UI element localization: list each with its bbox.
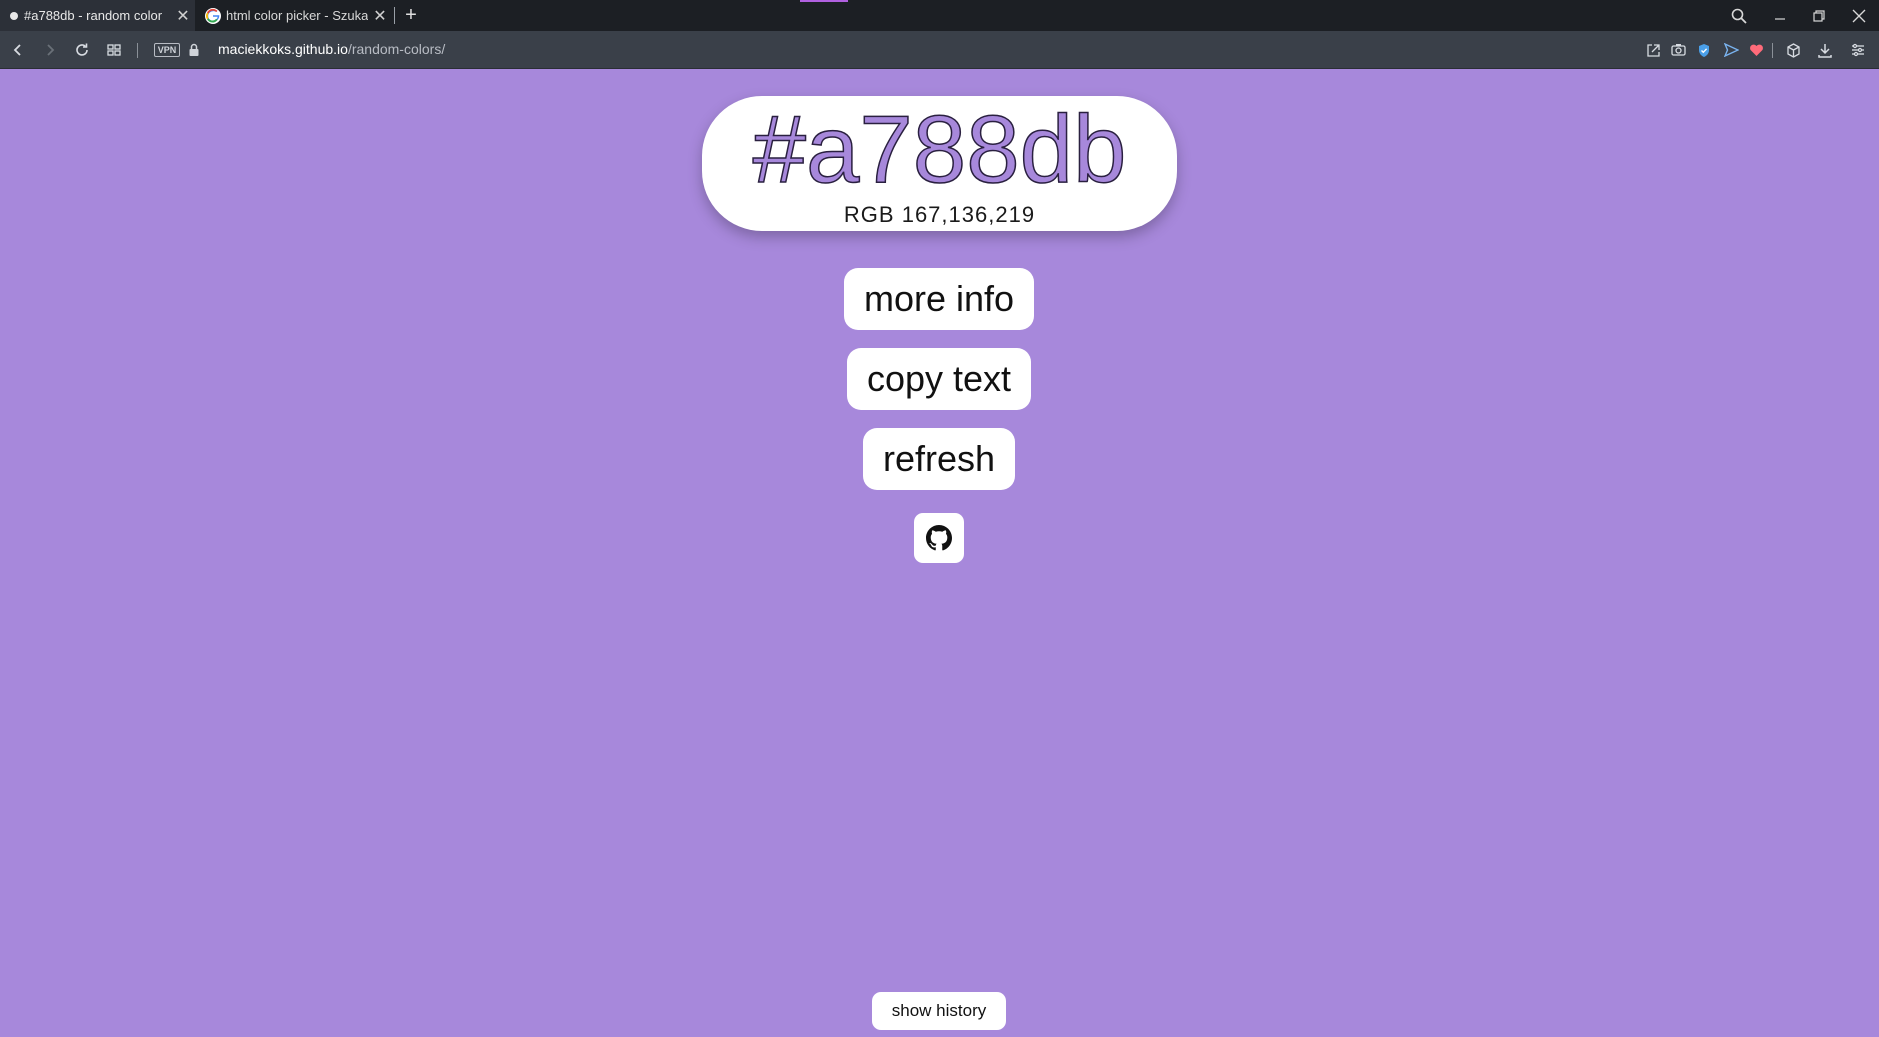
share-icon[interactable] [1643, 40, 1663, 60]
vpn-badge[interactable]: VPN [154, 43, 180, 57]
send-icon[interactable] [1721, 40, 1741, 60]
tab-random-color[interactable]: #a788db - random color ✕ [0, 0, 195, 31]
toolbar-separator [1772, 43, 1773, 58]
new-tab-icon[interactable]: + [399, 2, 423, 28]
easy-setup-icon[interactable] [1848, 40, 1868, 60]
color-card: #a788db RGB 167,136,219 [702, 96, 1177, 231]
url-field[interactable]: maciekkoks.github.io/random-colors/ [218, 41, 445, 57]
minimize-icon[interactable] [1761, 0, 1799, 31]
back-icon[interactable] [8, 40, 28, 60]
tab-favicon-dot [10, 11, 18, 20]
heart-icon[interactable] [1746, 40, 1766, 60]
tab-bar: #a788db - random color ✕ html color pick… [0, 0, 1879, 31]
camera-icon[interactable] [1668, 40, 1688, 60]
tab-title: #a788db - random color [24, 8, 163, 23]
tab-close-icon[interactable]: ✕ [171, 6, 195, 26]
copy-text-button[interactable]: copy text [847, 348, 1031, 410]
restore-icon[interactable] [1800, 0, 1838, 31]
show-history-button[interactable]: show history [872, 992, 1006, 1030]
close-window-icon[interactable] [1840, 0, 1878, 31]
url-path: /random-colors/ [347, 41, 446, 57]
toolbar-separator [137, 43, 138, 58]
address-bar: VPN maciekkoks.github.io/random-colors/ [0, 31, 1879, 69]
refresh-button[interactable]: refresh [863, 428, 1015, 490]
google-icon [205, 7, 221, 24]
tab-separator [394, 7, 395, 24]
reload-icon[interactable] [72, 40, 92, 60]
url-host: maciekkoks.github.io [218, 41, 348, 57]
forward-icon[interactable] [40, 40, 60, 60]
shield-icon[interactable] [1694, 40, 1714, 60]
tab-title: html color picker - Szukaj w [226, 8, 368, 23]
download-icon[interactable] [1815, 40, 1835, 60]
tab-bar-accent [800, 0, 848, 2]
rgb-value: RGB 167,136,219 [843, 202, 1036, 227]
cube-icon[interactable] [1783, 40, 1803, 60]
tab-close-icon[interactable]: ✕ [368, 6, 392, 26]
github-button[interactable] [914, 513, 964, 563]
hex-code: #a788db [752, 96, 1127, 203]
page-content: #a788db RGB 167,136,219 more info copy t… [0, 69, 1879, 1037]
search-tabs-icon[interactable] [1720, 0, 1758, 31]
lock-icon[interactable] [184, 40, 204, 60]
tab-color-picker[interactable]: html color picker - Szukaj w ✕ [196, 0, 392, 31]
more-info-button[interactable]: more info [844, 268, 1034, 330]
tab-grid-icon[interactable] [104, 40, 124, 60]
github-icon [926, 525, 952, 551]
